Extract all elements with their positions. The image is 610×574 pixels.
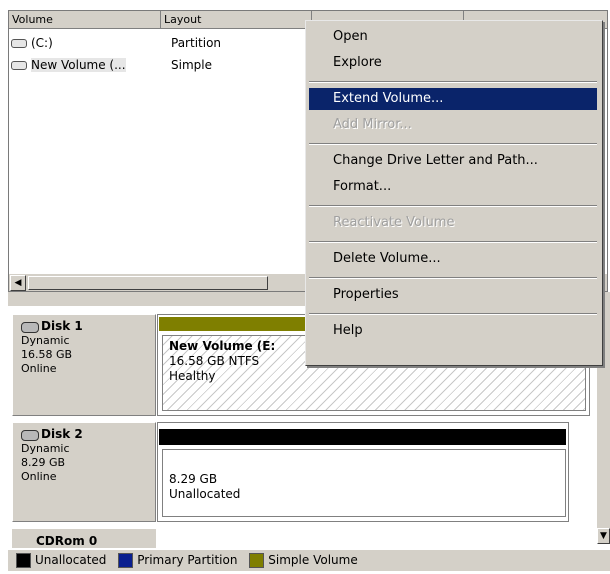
partition-state: Healthy	[169, 369, 216, 383]
disk-1-info[interactable]: Disk 1 Dynamic 16.58 GB Online	[12, 314, 156, 416]
disk-2-size: 8.29 GB	[21, 456, 66, 469]
disk-2-title: Disk 2	[21, 427, 155, 442]
menu-separator	[309, 277, 597, 279]
menu-item-reactivate-volume: Reactivate Volume	[333, 215, 455, 230]
disk-icon	[21, 429, 39, 441]
legend-label: Primary Partition	[137, 553, 238, 567]
context-menu: Open Explore Extend Volume... Add Mirror...…	[305, 20, 603, 366]
menu-separator	[309, 205, 597, 207]
drive-icon	[11, 61, 27, 70]
disk-2-info[interactable]: Disk 2 Dynamic 8.29 GB Online	[12, 422, 156, 522]
column-header-volume[interactable]: Volume	[9, 11, 161, 29]
menu-separator	[309, 81, 597, 83]
legend-swatch-primary	[118, 553, 134, 568]
legend: Unallocated Primary Partition Simple Vol…	[8, 549, 610, 571]
volume-row-new-volume[interactable]: New Volume (...	[11, 54, 159, 76]
menu-item-format[interactable]: Format...	[309, 176, 597, 198]
legend-swatch-unallocated	[16, 553, 31, 568]
disk-2-status: Online	[21, 470, 57, 483]
menu-item-open[interactable]: Open	[309, 26, 597, 48]
legend-label: Simple Volume	[268, 553, 358, 567]
disk-1-type: Dynamic	[21, 334, 70, 347]
disk-2-type: Dynamic	[21, 442, 70, 455]
cdrom-title: CDRom 0	[36, 534, 98, 548]
menu-separator	[309, 241, 597, 243]
scroll-thumb[interactable]	[28, 276, 268, 290]
menu-separator	[309, 143, 597, 145]
unallocated-bar	[159, 429, 566, 445]
drive-icon	[11, 39, 27, 48]
volume-row-c-layout: Partition	[171, 36, 222, 50]
partition-detail: 8.29 GB	[169, 472, 218, 486]
scroll-left-icon[interactable]: ◀	[10, 275, 26, 291]
partition-state: Unallocated	[169, 487, 241, 501]
legend-label: Unallocated	[35, 553, 107, 567]
disk-1-status: Online	[21, 362, 57, 375]
menu-item-delete-volume[interactable]: Delete Volume...	[309, 248, 597, 270]
volume-row-new-volume-layout: Simple	[171, 58, 212, 72]
menu-item-extend-volume[interactable]: Extend Volume...	[309, 88, 597, 110]
column-header-layout[interactable]: Layout	[161, 11, 312, 29]
menu-item-change-drive-letter-and-path[interactable]: Change Drive Letter and Path...	[309, 150, 597, 172]
cdrom-info[interactable]: CDRom 0	[12, 528, 156, 548]
menu-item-properties[interactable]: Properties	[309, 284, 597, 306]
scroll-down-icon[interactable]: ▼	[597, 528, 610, 544]
menu-item-add-mirror: Add Mirror...	[333, 117, 412, 132]
disk-icon	[21, 321, 39, 333]
menu-item-explore[interactable]: Explore	[309, 52, 597, 74]
legend-swatch-simple	[249, 553, 265, 568]
disk-2-partitions: 8.29 GB Unallocated	[157, 422, 569, 522]
partition-unallocated[interactable]: 8.29 GB Unallocated	[162, 449, 566, 517]
disk-1-size: 16.58 GB	[21, 348, 73, 361]
menu-separator	[309, 313, 597, 315]
volume-row-c[interactable]: (C:)	[11, 32, 159, 54]
menu-item-help[interactable]: Help	[309, 320, 597, 342]
disk-1-title: Disk 1	[21, 319, 155, 334]
